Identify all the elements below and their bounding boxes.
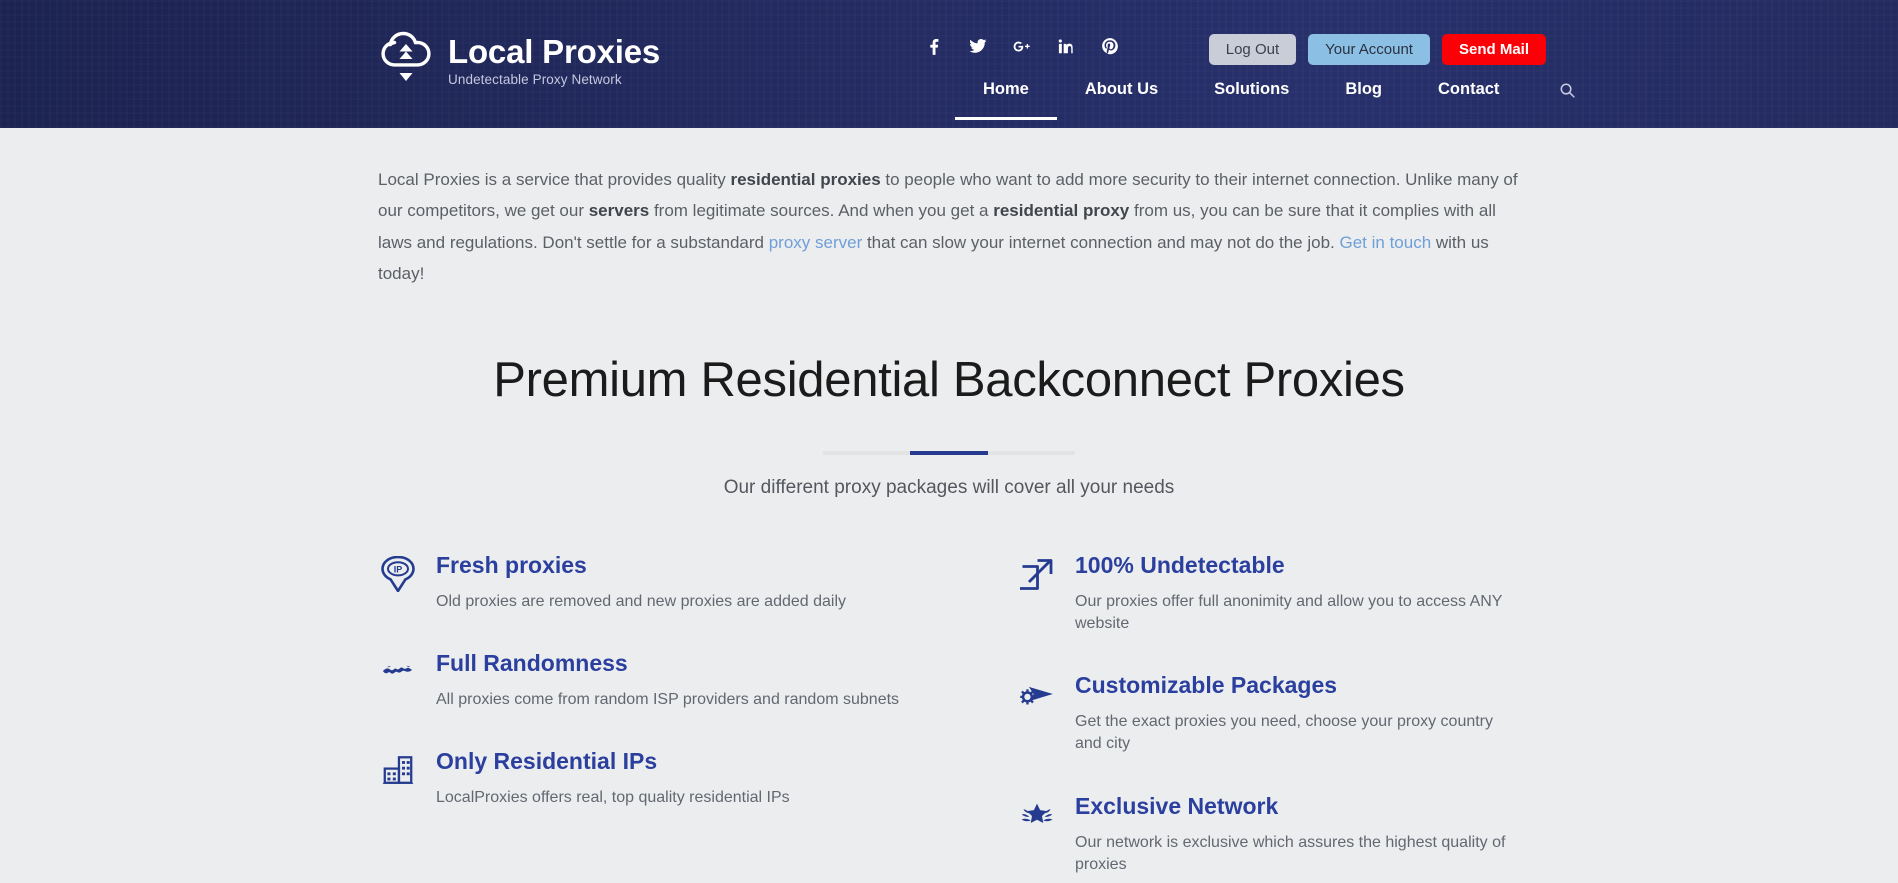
page-body: Local Proxies is a service that provides… xyxy=(0,128,1898,883)
feature-description: Our network is exclusive which assures t… xyxy=(1075,833,1506,873)
google-plus-icon[interactable] xyxy=(1013,37,1031,55)
feature-title: 100% Undetectable xyxy=(1075,551,1285,578)
section-subtitle: Our different proxy packages will cover … xyxy=(723,476,1175,498)
intro-text-1: Local Proxies is a service that provides… xyxy=(378,170,731,189)
intro-bold-3: residential proxy xyxy=(993,201,1130,221)
pinterest-icon[interactable] xyxy=(1101,37,1119,55)
feature-fresh-proxies: IP Fresh proxies Old proxies are removed… xyxy=(378,551,949,613)
feature-description: Our proxies offer full anonimity and all… xyxy=(1075,592,1503,632)
search-icon[interactable] xyxy=(1527,82,1602,120)
twitter-icon[interactable] xyxy=(969,37,987,55)
ip-badge-icon: IP xyxy=(378,554,418,594)
intro-paragraph: Local Proxies is a service that provides… xyxy=(378,164,1520,290)
nav-item-home[interactable]: Home xyxy=(955,80,1057,120)
feature-body: Only Residential IPs LocalProxies offers… xyxy=(436,747,790,809)
brand-logo[interactable]: Local Proxies Undetectable Proxy Network xyxy=(378,30,660,92)
header-inner: Local Proxies Undetectable Proxy Network… xyxy=(0,0,1898,128)
feature-description: All proxies come from random ISP provide… xyxy=(436,690,900,708)
nav-item-blog[interactable]: Blog xyxy=(1317,80,1410,120)
feature-body: Exclusive Network Our network is exclusi… xyxy=(1075,792,1520,877)
linkedin-icon[interactable] xyxy=(1057,37,1075,55)
brand-text: Local Proxies Undetectable Proxy Network xyxy=(448,32,660,88)
page-title: Premium Residential Backconnect Proxies xyxy=(493,352,1405,407)
intro-text-5: that can slow your internet connection a… xyxy=(862,232,1340,252)
features-column-left: IP Fresh proxies Old proxies are removed… xyxy=(378,551,949,883)
svg-text:IP: IP xyxy=(394,564,403,574)
nav-item-solutions[interactable]: Solutions xyxy=(1186,80,1317,120)
send-mail-button[interactable]: Send Mail xyxy=(1441,34,1546,65)
buildings-icon xyxy=(378,750,418,790)
intro-bold-1: residential proxies xyxy=(730,170,881,189)
feature-description: Get the exact proxies you need, choose y… xyxy=(1075,713,1494,753)
feature-title: Customizable Packages xyxy=(1075,672,1338,699)
proxy-server-link[interactable]: proxy server xyxy=(769,233,863,252)
feature-title: Exclusive Network xyxy=(1075,792,1279,819)
nav-item-contact[interactable]: Contact xyxy=(1410,80,1527,120)
feature-description: LocalProxies offers real, top quality re… xyxy=(436,788,790,806)
content-container: Local Proxies is a service that provides… xyxy=(378,164,1520,883)
features-grid: IP Fresh proxies Old proxies are removed… xyxy=(378,551,1520,883)
feature-body: Customizable Packages Get the exact prox… xyxy=(1075,671,1520,756)
feature-body: 100% Undetectable Our proxies offer full… xyxy=(1075,551,1520,636)
feature-100-undetectable: 100% Undetectable Our proxies offer full… xyxy=(1017,551,1520,636)
feature-title: Only Residential IPs xyxy=(436,748,658,775)
gear-arrow-icon xyxy=(1017,674,1057,714)
feature-title: Fresh proxies xyxy=(436,551,587,578)
feature-full-randomness: Full Randomness All proxies come from ra… xyxy=(378,649,949,711)
header-action-buttons: Log Out Your Account Send Mail xyxy=(1208,34,1546,65)
section-divider xyxy=(823,450,1075,455)
get-in-touch-link[interactable]: Get in touch xyxy=(1339,233,1431,252)
feature-body: Fresh proxies Old proxies are removed an… xyxy=(436,551,846,613)
facebook-icon[interactable] xyxy=(925,37,943,55)
divider-accent xyxy=(910,450,988,455)
intro-text-3: from legitimate sources. And when you ge… xyxy=(649,201,994,221)
logout-button[interactable]: Log Out xyxy=(1208,34,1297,65)
social-links xyxy=(925,37,1119,55)
cloud-up-arrow-icon xyxy=(378,30,434,92)
feature-customizable-packages: Customizable Packages Get the exact prox… xyxy=(1017,671,1520,756)
brand-title: Local Proxies xyxy=(448,32,660,70)
laurel-star-icon xyxy=(1017,795,1057,835)
feature-only-residential-ips: Only Residential IPs LocalProxies offers… xyxy=(378,747,949,809)
your-account-button[interactable]: Your Account xyxy=(1308,34,1430,65)
features-column-right: 100% Undetectable Our proxies offer full… xyxy=(949,551,1520,883)
external-link-icon xyxy=(1017,554,1057,594)
intro-bold-2: servers xyxy=(588,201,650,221)
site-header: Local Proxies Undetectable Proxy Network… xyxy=(0,0,1898,128)
feature-body: Full Randomness All proxies come from ra… xyxy=(436,649,899,711)
feature-description: Old proxies are removed and new proxies … xyxy=(436,592,847,610)
world-map-icon xyxy=(378,652,418,692)
feature-exclusive-network: Exclusive Network Our network is exclusi… xyxy=(1017,792,1520,877)
nav-item-about-us[interactable]: About Us xyxy=(1057,80,1186,120)
feature-title: Full Randomness xyxy=(436,649,628,676)
main-navigation: Home About Us Solutions Blog Contact xyxy=(955,80,1602,120)
brand-tagline: Undetectable Proxy Network xyxy=(448,72,622,88)
